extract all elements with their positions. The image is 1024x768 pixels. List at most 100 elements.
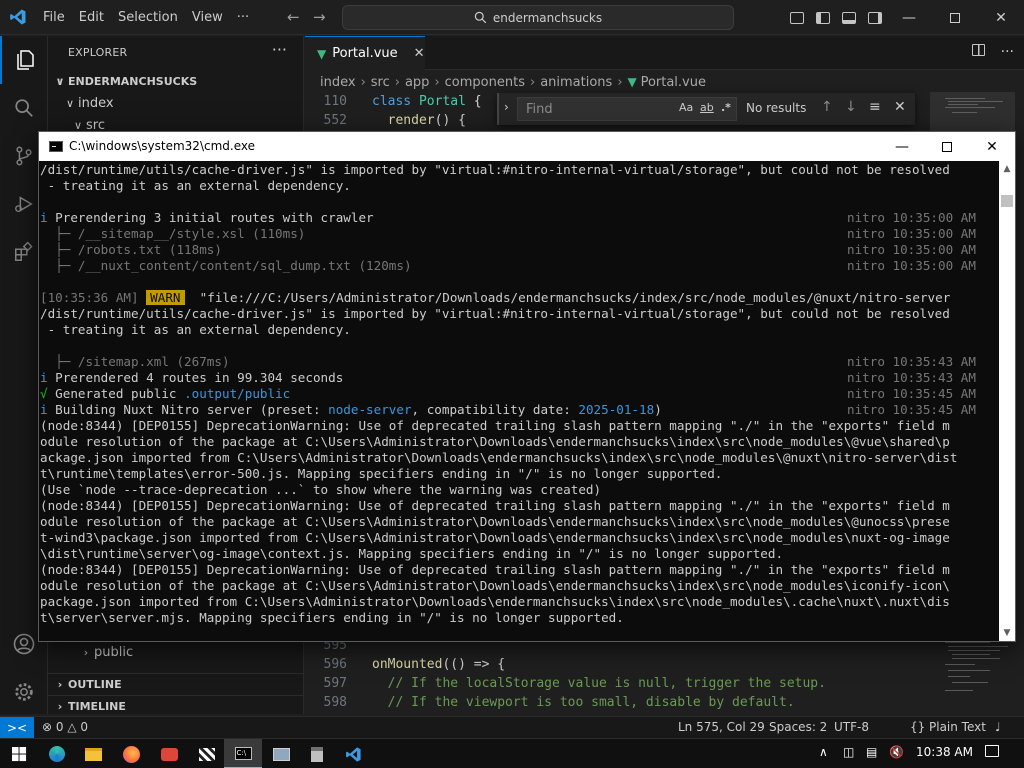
previous-match-icon[interactable]: ↑	[821, 99, 833, 115]
back-arrow-icon[interactable]: ←	[287, 8, 300, 26]
split-editor-icon[interactable]	[971, 44, 985, 60]
folder-public[interactable]: › public	[48, 642, 304, 664]
terminal-line: i Prerendered 4 routes in 99.304 seconds	[40, 370, 343, 386]
terminal-text: )	[654, 402, 662, 417]
code-token: onMounted	[372, 657, 443, 672]
close-icon[interactable]: ✕	[414, 46, 425, 61]
menu-edit[interactable]: Edit	[72, 0, 111, 35]
vscode-title-bar: File Edit Selection View ··· ← → enderma…	[0, 0, 1024, 35]
terminal-output[interactable]: /dist/runtime/utils/cache-driver.js" is …	[39, 161, 999, 641]
outline-section[interactable]: › OUTLINE	[48, 673, 304, 695]
explorer-icon[interactable]	[0, 36, 48, 84]
search-icon	[474, 11, 487, 24]
terminal-text: ├─ /robots.txt (118ms)	[40, 242, 222, 257]
firefox-icon[interactable]	[112, 739, 150, 768]
language-braces: {}	[910, 720, 926, 734]
terminal-timestamp: nitro 10:35:45 AM	[847, 402, 976, 417]
breadcrumb-index[interactable]: index	[320, 75, 356, 90]
terminal-line: package.json imported from C:\Users\Admi…	[40, 594, 950, 609]
encoding[interactable]: UTF-8	[834, 720, 869, 734]
cmd-icon[interactable]: C:\	[224, 739, 262, 768]
maximize-button[interactable]	[932, 0, 978, 35]
terminal-line: - treating it as an external dependency.	[40, 322, 351, 337]
toggle-secondary-sidebar-icon[interactable]	[868, 11, 882, 24]
folder-index[interactable]: ∨ index	[48, 93, 304, 115]
breadcrumb-app[interactable]: app	[405, 75, 429, 90]
toggle-replace-chevron-icon[interactable]: ›	[504, 100, 509, 114]
problems-indicator[interactable]: ⊗ 0 △ 0	[42, 720, 88, 734]
menu-selection[interactable]: Selection	[111, 0, 185, 35]
tab-portal-vue[interactable]: ▼ Portal.vue ✕	[305, 36, 425, 70]
use-regex-toggle[interactable]: .*	[721, 101, 731, 114]
next-match-icon[interactable]: ↓	[845, 99, 857, 115]
notification-center-icon[interactable]	[985, 745, 999, 760]
code-line[interactable]: 596 onMounted(() => {	[305, 655, 930, 674]
language-mode[interactable]: Plain Text	[929, 720, 986, 734]
clapper-icon[interactable]	[188, 739, 226, 768]
command-center-search[interactable]: endermanchsucks	[342, 5, 734, 30]
clock[interactable]: 10:38 AM	[916, 745, 973, 759]
terminal-line: √ Generated public .output/public	[40, 386, 290, 402]
file-explorer-icon[interactable]	[74, 739, 112, 768]
edge-icon[interactable]	[38, 739, 76, 768]
terminal-line: ackage.json imported from C:\Users\Admin…	[40, 450, 958, 465]
toggle-primary-sidebar-icon[interactable]	[816, 11, 830, 24]
cmd-minimize-button[interactable]: —	[879, 135, 925, 159]
code-token: // If the localStorage value is null, tr…	[372, 676, 826, 691]
indentation[interactable]: Spaces: 2	[769, 720, 827, 734]
code-line[interactable]: 598 // If the viewport is too small, dis…	[305, 693, 930, 712]
cmd-maximize-button[interactable]	[924, 135, 970, 159]
menu-file[interactable]: File	[36, 0, 72, 35]
menu-view[interactable]: View	[185, 0, 230, 35]
scroll-down-icon[interactable]: ▼	[999, 625, 1015, 641]
folder-root[interactable]: ∨ ENDERMANCHSUCKS	[48, 71, 304, 93]
chevron-down-icon: ∨	[65, 97, 75, 110]
more-actions-icon[interactable]: ···	[1001, 44, 1014, 60]
code-line[interactable]: 597 // If the localStorage value is null…	[305, 674, 930, 693]
breadcrumb-file[interactable]: Portal.vue	[641, 75, 706, 90]
usb-app-icon[interactable]	[298, 739, 336, 768]
network-app-icon[interactable]	[262, 739, 300, 768]
scroll-up-icon[interactable]: ▲	[999, 161, 1015, 177]
network-icon[interactable]: ▤	[866, 745, 877, 759]
timeline-section[interactable]: › TIMELINE	[48, 695, 304, 717]
menu-more[interactable]: ···	[230, 0, 256, 35]
start-windows-icon[interactable]	[0, 739, 38, 768]
show-hidden-icons[interactable]: ∧	[819, 745, 828, 759]
remote-indicator-icon[interactable]: ><	[0, 717, 34, 739]
match-whole-word-toggle[interactable]: ab	[700, 101, 714, 114]
tray-app-icon[interactable]: ◫	[843, 745, 854, 759]
terminal-timestamp: nitro 10:35:45 AM	[847, 386, 976, 401]
cursor-position[interactable]: Ln 575, Col 29	[678, 720, 765, 734]
customize-layout-icon[interactable]	[790, 11, 804, 24]
cmd-close-button[interactable]: ✕	[969, 135, 1015, 159]
minimap-slider[interactable]	[930, 92, 1015, 132]
vscode-icon[interactable]	[334, 739, 372, 768]
minimize-button[interactable]: —	[886, 0, 932, 35]
line-number: 597	[323, 676, 347, 691]
terminal-text: i	[40, 402, 48, 417]
breadcrumb-components[interactable]: components	[445, 75, 525, 90]
terminal-text: [10:35:36 AM]	[40, 290, 147, 305]
settings-gear-icon[interactable]	[0, 668, 48, 716]
search-icon[interactable]	[0, 84, 48, 132]
cmd-scrollbar[interactable]: ▲ ▼	[999, 161, 1015, 641]
forward-arrow-icon[interactable]: →	[313, 8, 326, 26]
close-button[interactable]: ✕	[978, 0, 1024, 35]
scroll-thumb[interactable]	[1001, 195, 1013, 207]
app-icon[interactable]	[150, 739, 188, 768]
notifications-bell-icon[interactable]: ♩	[995, 720, 1001, 734]
folder-src[interactable]: ∨ src	[48, 115, 304, 129]
find-in-selection-icon[interactable]: ≡	[869, 99, 881, 115]
breadcrumb-src[interactable]: src	[371, 75, 390, 90]
explorer-more-button[interactable]: ···	[272, 40, 287, 59]
match-case-toggle[interactable]: Aa	[679, 101, 693, 114]
terminal-timestamp: nitro 10:35:00 AM	[847, 242, 976, 257]
volume-muted-icon[interactable]: 🔇	[889, 745, 904, 759]
toggle-panel-icon[interactable]	[842, 11, 856, 24]
cmd-title-bar[interactable]: C:\windows\system32\cmd.exe — ✕	[39, 132, 1015, 161]
breadcrumb-animations[interactable]: animations	[540, 75, 612, 90]
cmd-window[interactable]: C:\windows\system32\cmd.exe — ✕ /dist/ru…	[38, 131, 1016, 642]
close-find-icon[interactable]: ✕	[894, 99, 906, 115]
line-number: 596	[323, 657, 347, 672]
